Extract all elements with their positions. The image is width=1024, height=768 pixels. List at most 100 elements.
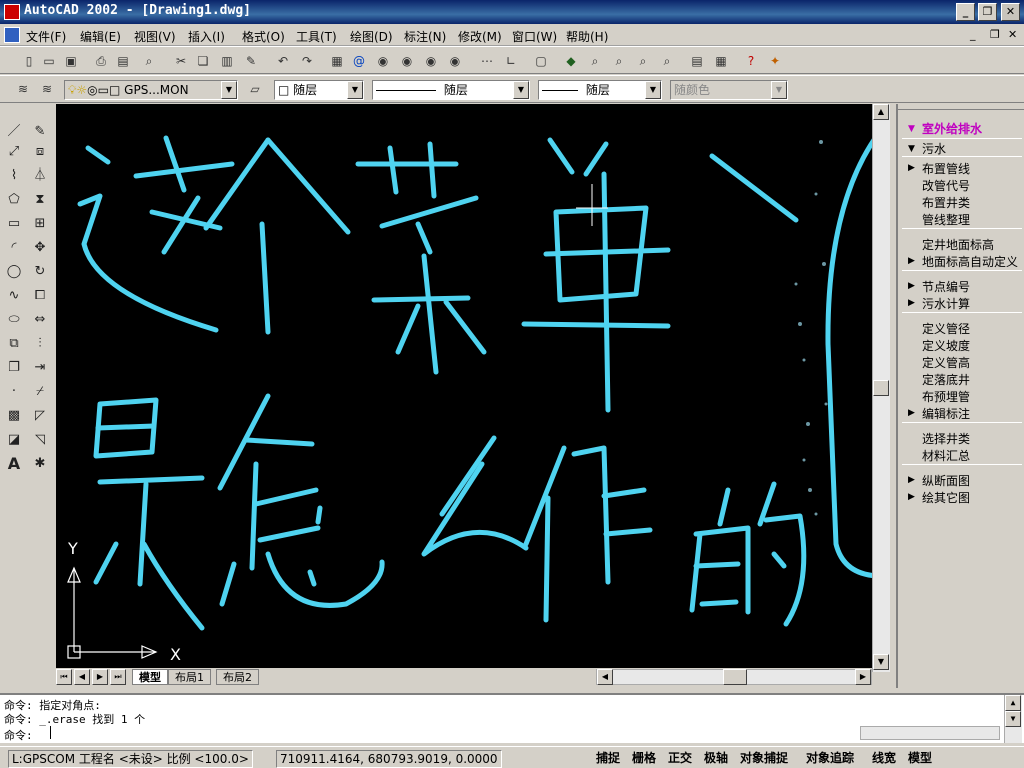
scroll-right-icon[interactable]: ▶ — [855, 669, 871, 685]
tab-layout1[interactable]: 布局1 — [168, 669, 211, 685]
panel-menu-item[interactable]: 定义管径 — [922, 320, 970, 337]
panel-section[interactable]: 污水 — [922, 140, 946, 157]
fillet-icon[interactable]: ◹ — [30, 430, 50, 450]
erase-icon[interactable]: ✎ — [30, 122, 50, 142]
panel-menu-item[interactable]: 材料汇总 — [922, 447, 970, 464]
zoom-realtime-icon[interactable]: ⌕ — [586, 52, 604, 70]
explode-icon[interactable]: ✱ — [30, 454, 50, 474]
scroll-up-icon[interactable]: ▲ — [873, 104, 889, 120]
panel-menu-item[interactable]: 纵断面图 — [922, 472, 970, 489]
undo-icon[interactable]: ↶ — [274, 52, 292, 70]
chevron-down-icon[interactable]: ▼ — [513, 81, 529, 99]
pan-icon[interactable]: ◆ — [562, 52, 580, 70]
snap-toggle[interactable]: 捕捉 — [596, 750, 620, 768]
panel-menu-item[interactable]: 布预埋管 — [922, 388, 970, 405]
chevron-down-icon[interactable]: ▼ — [221, 81, 237, 99]
panel-menu-item[interactable]: 布置井类 — [922, 194, 970, 211]
panel-title[interactable]: 室外给排水 — [922, 120, 982, 137]
pline-icon[interactable]: ⌇ — [4, 166, 24, 186]
scroll-left-icon[interactable]: ◀ — [597, 669, 613, 685]
snap-from-icon[interactable]: ⋯ — [478, 52, 496, 70]
color-combo[interactable]: □ 随层 ▼ — [274, 80, 364, 100]
doc-close-button[interactable]: ✕ — [1008, 28, 1017, 41]
match-prop-icon[interactable]: ✎ — [242, 52, 260, 70]
arc-icon[interactable]: ◜ — [4, 238, 24, 258]
rotate-icon[interactable]: ↻ — [30, 262, 50, 282]
copy-clip-icon[interactable]: ❏ — [194, 52, 212, 70]
zoom-window-icon[interactable]: ⌕ — [610, 52, 628, 70]
ortho-toggle[interactable]: 正交 — [668, 750, 692, 768]
menu-format[interactable]: 格式(O) — [242, 28, 285, 45]
menu-insert[interactable]: 插入(I) — [188, 28, 225, 45]
chevron-down-icon[interactable]: ▼ — [347, 81, 363, 99]
menu-draw[interactable]: 绘图(D) — [350, 28, 393, 45]
polygon-icon[interactable]: ⬠ — [4, 190, 24, 210]
polar-toggle[interactable]: 极轴 — [704, 750, 728, 768]
dc-icon[interactable]: ▦ — [328, 52, 346, 70]
document-icon[interactable] — [4, 27, 20, 43]
tab-layout2[interactable]: 布局2 — [216, 669, 259, 685]
panel-menu-item[interactable]: 地面标高自动定义 — [922, 253, 1018, 270]
globe2-icon[interactable]: ◉ — [398, 52, 416, 70]
layer-prev-icon[interactable]: ≋ — [38, 80, 56, 98]
collapse-arrow-icon[interactable]: ▼ — [908, 124, 915, 134]
redo-icon[interactable]: ↷ — [298, 52, 316, 70]
otrack-toggle[interactable]: 对象追踪 — [806, 750, 854, 768]
stretch-icon[interactable]: ⇔ — [30, 310, 50, 330]
array-icon[interactable]: ⊞ — [30, 214, 50, 234]
help-icon[interactable]: ? — [742, 52, 760, 70]
menu-dimension[interactable]: 标注(N) — [404, 28, 446, 45]
offset-icon[interactable]: ⧗ — [30, 190, 50, 210]
layers-icon[interactable]: ≋ — [14, 80, 32, 98]
copy-icon[interactable]: ⧈ — [30, 142, 50, 162]
plugin-icon[interactable]: ✦ — [766, 52, 784, 70]
aerial-icon[interactable]: ▢ — [532, 52, 550, 70]
globe4-icon[interactable]: ◉ — [446, 52, 464, 70]
design-center-icon[interactable]: ▦ — [712, 52, 730, 70]
panel-menu-item[interactable]: 编辑标注 — [922, 405, 970, 422]
make-current-layer-icon[interactable]: ▱ — [246, 80, 264, 98]
globe3-icon[interactable]: ◉ — [422, 52, 440, 70]
zoom-prev-icon[interactable]: ⌕ — [634, 52, 652, 70]
ucs-icon[interactable]: ∟ — [502, 52, 520, 70]
circle-icon[interactable]: ◯ — [4, 262, 24, 282]
menu-window[interactable]: 窗口(W) — [512, 28, 557, 45]
panel-menu-item[interactable]: 节点编号 — [922, 278, 970, 295]
tab-last-icon[interactable]: ⏭ — [110, 669, 126, 685]
hscroll-thumb[interactable] — [723, 669, 747, 685]
xline-icon[interactable]: ⤢ — [4, 142, 24, 162]
menu-modify[interactable]: 修改(M) — [458, 28, 502, 45]
menu-edit[interactable]: 编辑(E) — [80, 28, 121, 45]
tab-first-icon[interactable]: ⏮ — [56, 669, 72, 685]
minimize-button[interactable]: _ — [956, 3, 975, 21]
chevron-down-icon[interactable]: ▼ — [645, 81, 661, 99]
doc-minimize-button[interactable]: _ — [970, 28, 976, 41]
panel-menu-item[interactable]: 定井地面标高 — [922, 236, 994, 253]
menu-help[interactable]: 帮助(H) — [566, 28, 608, 45]
point-icon[interactable]: · — [4, 382, 24, 402]
region-icon[interactable]: ◪ — [4, 430, 24, 450]
grid-toggle[interactable]: 栅格 — [632, 750, 656, 768]
panel-menu-item[interactable]: 定义管高 — [922, 354, 970, 371]
lineweight-combo[interactable]: 随层 ▼ — [538, 80, 662, 100]
tab-model[interactable]: 模型 — [132, 669, 168, 685]
menu-view[interactable]: 视图(V) — [134, 28, 176, 45]
find-icon[interactable]: ⌕ — [140, 52, 158, 70]
panel-menu-item[interactable]: 选择井类 — [922, 430, 970, 447]
panel-menu-item[interactable]: 定落底井 — [922, 371, 970, 388]
panel-menu-item[interactable]: 改管代号 — [922, 177, 970, 194]
close-button[interactable]: ✕ — [1001, 3, 1020, 21]
print-icon[interactable]: ⎙ — [92, 52, 110, 70]
globe-icon[interactable]: ◉ — [374, 52, 392, 70]
layer-combo[interactable]: 💡︎☼◎▭□ GPS...MON ▼ — [64, 80, 238, 100]
command-hscrollbar[interactable] — [860, 726, 1000, 740]
preview-icon[interactable]: ▤ — [114, 52, 132, 70]
break-icon[interactable]: ⌿ — [30, 382, 50, 402]
properties-icon[interactable]: ▤ — [688, 52, 706, 70]
model-toggle[interactable]: 模型 — [908, 750, 932, 768]
doc-restore-button[interactable]: ❐ — [990, 28, 1000, 41]
command-window[interactable]: 命令: 指定对角点: 命令: _.erase 找到 1 个 命令: ▲ ▼ — [0, 693, 1024, 743]
ellipse-icon[interactable]: ⬭ — [4, 310, 24, 330]
text-icon[interactable]: A — [4, 454, 24, 474]
scale-icon[interactable]: ⧠ — [30, 286, 50, 306]
